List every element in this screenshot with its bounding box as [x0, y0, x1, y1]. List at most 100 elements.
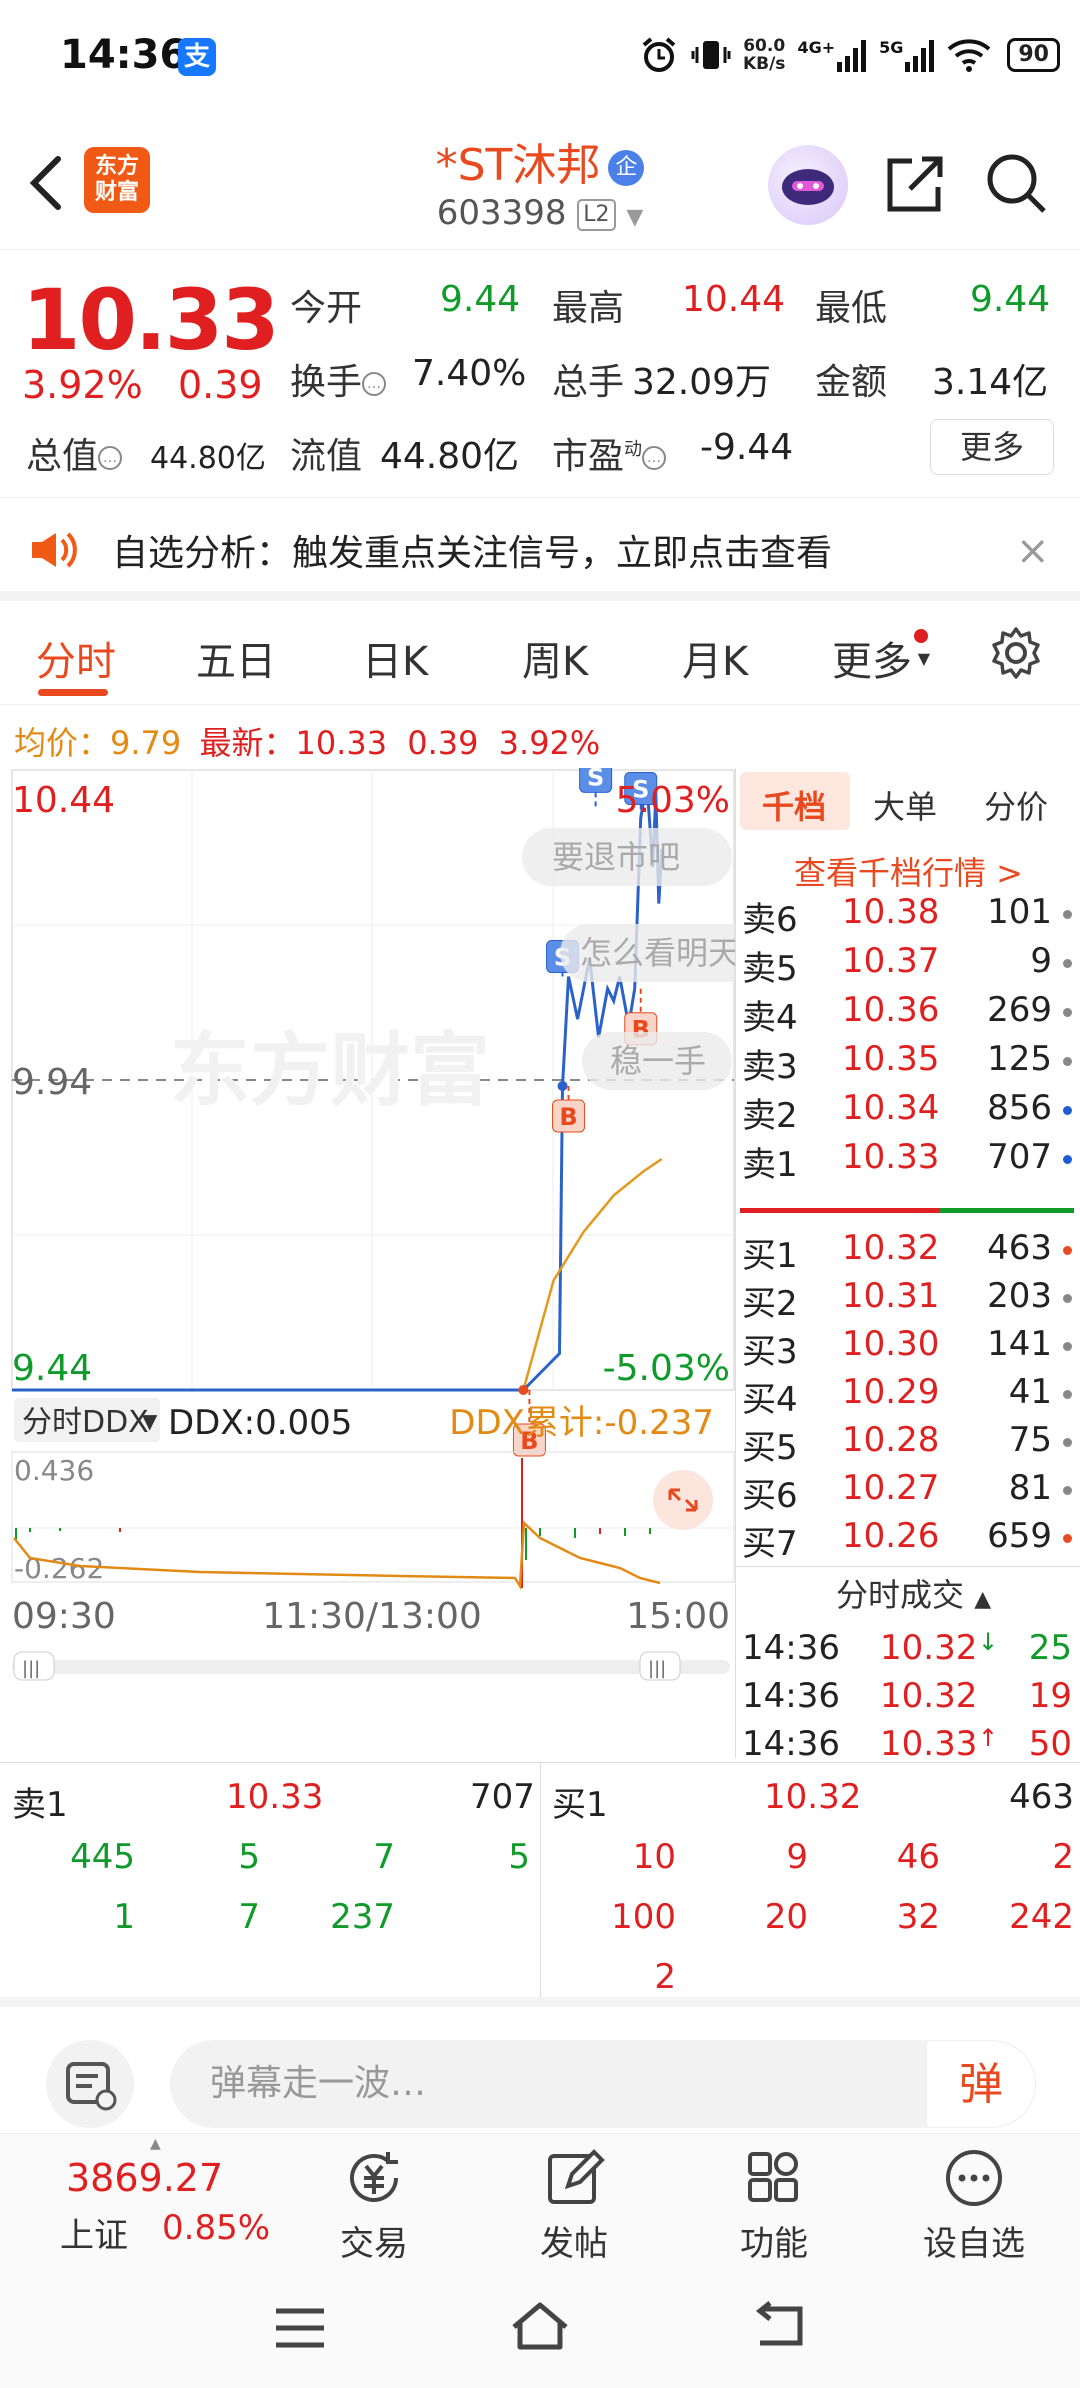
trade-volume: 50: [1028, 1724, 1072, 1764]
nav-add-watchlist[interactable]: 设自选: [874, 2134, 1074, 2264]
settings-gear-icon[interactable]: [988, 625, 1044, 681]
share-icon[interactable]: [882, 151, 948, 217]
tab-thousand-levels[interactable]: 千档: [762, 782, 826, 828]
sell-marker[interactable]: S: [579, 768, 613, 793]
edit-icon: [548, 2149, 605, 2204]
stock-name: *ST沐邦: [435, 140, 601, 191]
nav-functions[interactable]: 功能: [674, 2134, 874, 2264]
level-label: 买3: [742, 1332, 798, 1372]
view-levels-link[interactable]: 查看千档行情 >: [794, 848, 1023, 894]
sell-level-row[interactable]: 卖6 10.38 101: [742, 892, 1072, 940]
level-label: 卖5: [742, 949, 798, 989]
level-volume: 463: [987, 1228, 1052, 1268]
info-icon[interactable]: …: [642, 446, 667, 470]
level-volume: 203: [987, 1276, 1052, 1316]
buy-level-row[interactable]: 买1 10.32 463: [742, 1228, 1072, 1276]
queue-sell-order: 7: [373, 1837, 395, 1877]
danmaku-toggle-button[interactable]: 弹: [926, 2040, 1036, 2128]
speaker-icon: [32, 532, 77, 568]
tab-five-day[interactable]: 五日: [196, 629, 276, 687]
sell-level-row[interactable]: 卖4 10.36 269: [742, 990, 1072, 1038]
grid-icon: [748, 2152, 798, 2202]
analysis-banner[interactable]: 自选分析：触发重点关注信号，立即点击查看 ×: [0, 497, 1080, 601]
intraday-chart-area[interactable]: 东方财富 BBSSSB 10.44 9.94 9.44 5.03% -5.03%…: [0, 768, 735, 1758]
level-price: 10.36: [842, 990, 940, 1030]
buy-level-row[interactable]: 买7 10.26 659: [742, 1516, 1072, 1564]
buy-level-row[interactable]: 买3 10.30 141: [742, 1324, 1072, 1372]
sell-level-row[interactable]: 卖5 10.37 9: [742, 941, 1072, 989]
status-icons: 60.0 KB/s 4G+ 5G 90: [639, 30, 1060, 80]
time-scrollbar[interactable]: [12, 1660, 730, 1674]
level-label: 买7: [742, 1524, 798, 1564]
pe-label-text: 市盈: [552, 436, 625, 477]
ai-assistant-avatar[interactable]: [768, 145, 848, 225]
tab-daily-k[interactable]: 日K: [362, 629, 428, 687]
signal-bars-icon: [905, 40, 935, 72]
expand-button[interactable]: [653, 1470, 713, 1530]
queue-buy-order: 20: [764, 1897, 808, 1937]
level-volume: 81: [1008, 1468, 1052, 1508]
buy-marker[interactable]: B: [552, 1099, 586, 1133]
y-label-mid: 9.94: [12, 1062, 92, 1103]
level-label: 卖1: [742, 1145, 798, 1185]
trade-volume: 19: [1028, 1676, 1072, 1716]
tab-more[interactable]: 更多 ▼: [832, 629, 930, 687]
nav-post[interactable]: 发帖: [474, 2134, 674, 2264]
danmaku-input[interactable]: 弹幕走一波…: [170, 2040, 1036, 2128]
trade-price: 10.32: [880, 1628, 978, 1668]
danmaku-bubble: 要退市吧: [522, 828, 732, 886]
search-icon[interactable]: [984, 151, 1050, 217]
level-dot: [1063, 1057, 1072, 1066]
level-label: 卖6: [742, 900, 798, 940]
float-value: 44.80亿: [380, 436, 520, 477]
x-label-close: 15:00: [626, 1596, 730, 1637]
tab-weekly-k[interactable]: 周K: [522, 629, 588, 687]
net-speed-unit: KB/s: [742, 54, 786, 74]
grip-icon: |||: [22, 1658, 40, 1679]
nav-add-watchlist-label: 设自选: [923, 2224, 1025, 2264]
amount-value: 3.14亿: [932, 362, 1049, 403]
caret-up-icon: ▲: [150, 2136, 161, 2152]
tab-big-orders[interactable]: 大单: [873, 782, 937, 828]
level-dot: [1063, 910, 1072, 919]
intraday-chart[interactable]: 东方财富 BBSSSB 10.44 9.94 9.44 5.03% -5.03%…: [0, 768, 735, 1758]
note-settings-button[interactable]: [46, 2040, 134, 2128]
buy-level-row[interactable]: 买5 10.28 75: [742, 1420, 1072, 1468]
level-price: 10.31: [842, 1276, 940, 1316]
price-point: [557, 1081, 568, 1091]
buy-level-row[interactable]: 买2 10.31 203: [742, 1276, 1072, 1324]
sell-buy-divider-green: [940, 1208, 1074, 1213]
trade-time: 14:36: [742, 1724, 840, 1764]
tab-price-distribution[interactable]: 分价: [984, 782, 1048, 828]
turnover-label: 换手…: [290, 353, 387, 405]
trades-title[interactable]: 分时成交 ▲: [836, 1570, 991, 1616]
info-icon[interactable]: …: [362, 372, 387, 396]
period-tabs: 分时 五日 日K 周K 月K 更多 ▼: [0, 601, 1080, 705]
queue-sell-order: 445: [70, 1837, 135, 1877]
menu-icon[interactable]: [270, 2303, 330, 2353]
buy-level-row[interactable]: 买6 10.27 81: [742, 1468, 1072, 1516]
nav-trade[interactable]: 交易: [274, 2134, 474, 2264]
queue-sell-order: 7: [238, 1897, 260, 1937]
close-icon[interactable]: ×: [1016, 528, 1050, 574]
high-label: 最高: [552, 288, 625, 329]
sell-level-row[interactable]: 卖2 10.34 856: [742, 1088, 1072, 1136]
index-pct: 0.85%: [162, 2208, 271, 2248]
tab-monthly-k[interactable]: 月K: [682, 629, 748, 687]
queue-buy-order: 32: [896, 1897, 940, 1937]
sell-level-row[interactable]: 卖1 10.33 707: [742, 1137, 1072, 1185]
index-ticker[interactable]: ▲ 3869.27 上证 0.85%: [20, 2134, 280, 2264]
more-quote-button[interactable]: 更多: [930, 419, 1054, 475]
last-change: 0.39: [407, 724, 479, 762]
queue-sell-order: 1: [113, 1897, 135, 1937]
alarm-icon: [642, 37, 676, 72]
home-icon[interactable]: [508, 2299, 572, 2353]
queue-sell-order: 237: [330, 1897, 395, 1937]
sell-level-row[interactable]: 卖3 10.35 125: [742, 1039, 1072, 1087]
info-icon[interactable]: …: [98, 446, 123, 470]
back-icon[interactable]: [750, 2301, 810, 2351]
net-speed: 60.0 KB/s: [743, 37, 785, 73]
tab-intraday[interactable]: 分时: [36, 629, 116, 687]
buy-level-row[interactable]: 买4 10.29 41: [742, 1372, 1072, 1420]
high-value: 10.44: [682, 279, 786, 320]
